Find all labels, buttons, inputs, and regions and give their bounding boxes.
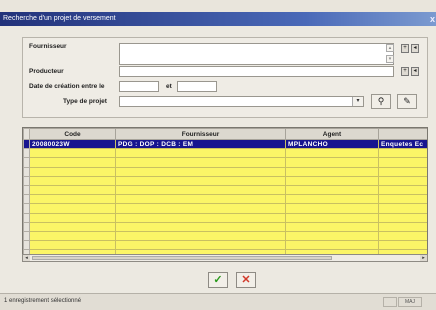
scroll-right-icon[interactable]: ▸ [420, 255, 427, 261]
table-row-empty[interactable] [23, 213, 427, 223]
table-row-empty[interactable] [23, 148, 427, 159]
table-row-empty[interactable] [23, 185, 427, 196]
scroll-down-icon[interactable]: ▾ [386, 55, 394, 63]
scroll-thumb[interactable] [32, 256, 332, 260]
type-projet-label: Type de projet [63, 98, 107, 105]
results-grid: Code Fournisseur Agent 20080023W PDG : D… [22, 127, 428, 262]
column-header-extra[interactable] [378, 128, 427, 140]
close-button[interactable]: x [430, 12, 435, 26]
chevron-down-icon[interactable]: ▾ [352, 97, 363, 106]
fournisseur-remove-button[interactable]: ◂ [411, 44, 419, 53]
binoculars-icon: ⚲ [377, 96, 385, 106]
table-row-empty[interactable] [23, 222, 427, 232]
scroll-up-icon[interactable]: ▴ [386, 44, 394, 52]
checkmark-icon: ✓ [213, 274, 223, 286]
date-from-field[interactable] [119, 81, 159, 92]
status-text: 1 enregistrement sélectionné [4, 298, 82, 304]
cancel-button[interactable]: ✕ [236, 272, 256, 288]
ok-button[interactable]: ✓ [208, 272, 228, 288]
column-header-code[interactable]: Code [29, 128, 116, 140]
fournisseur-field[interactable] [119, 43, 394, 65]
table-row-empty[interactable] [23, 176, 427, 186]
status-bar: 1 enregistrement sélectionné MAJ [0, 293, 436, 310]
grid-header-row: Code Fournisseur Agent [23, 128, 427, 140]
table-row[interactable]: 20080023W PDG : DOP : DCB : EM MPLANCHO … [23, 139, 427, 150]
producteur-add-button[interactable]: + [401, 67, 409, 76]
table-row-empty[interactable] [23, 203, 427, 214]
window-title: Recherche d'un projet de versement [3, 15, 116, 22]
title-bar: Recherche d'un projet de versement x [0, 12, 436, 26]
search-execute-button[interactable]: ⚲ [371, 94, 391, 109]
cross-icon: ✕ [241, 274, 251, 286]
status-pane-2: MAJ [398, 297, 422, 307]
dialog-window: Fournisseur ▴ ▾ + ◂ Producteur + ◂ Date … [0, 26, 436, 293]
table-row-empty[interactable] [23, 194, 427, 205]
clear-criteria-button[interactable]: ✎ [397, 94, 417, 109]
table-row-empty[interactable] [23, 240, 427, 251]
date-range-label: Date de création entre le [29, 83, 105, 90]
search-criteria-panel: Fournisseur ▴ ▾ + ◂ Producteur + ◂ Date … [22, 37, 428, 118]
producteur-field[interactable] [119, 66, 394, 77]
cell-fournisseur[interactable]: PDG : DOP : DCB : EM [115, 139, 286, 150]
table-row-empty[interactable] [23, 167, 427, 177]
fournisseur-add-button[interactable]: + [401, 44, 409, 53]
scroll-left-icon[interactable]: ◂ [23, 255, 30, 261]
cell-agent[interactable]: MPLANCHO [285, 139, 379, 150]
status-pane-1 [383, 297, 397, 307]
column-header-agent[interactable]: Agent [285, 128, 379, 140]
horizontal-scrollbar[interactable]: ◂ ▸ [22, 254, 428, 262]
producteur-label: Producteur [29, 68, 64, 75]
table-row-empty[interactable] [23, 231, 427, 242]
type-projet-select[interactable]: ▾ [119, 96, 364, 107]
cell-code[interactable]: 20080023W [29, 139, 116, 150]
table-row-empty[interactable] [23, 157, 427, 168]
date-and-label: et [166, 83, 172, 90]
cell-extra[interactable]: Enquetes Ec [378, 139, 427, 150]
column-header-fournisseur[interactable]: Fournisseur [115, 128, 286, 140]
eraser-icon: ✎ [403, 96, 411, 106]
date-to-field[interactable] [177, 81, 217, 92]
fournisseur-label: Fournisseur [29, 43, 67, 50]
producteur-remove-button[interactable]: ◂ [411, 67, 419, 76]
